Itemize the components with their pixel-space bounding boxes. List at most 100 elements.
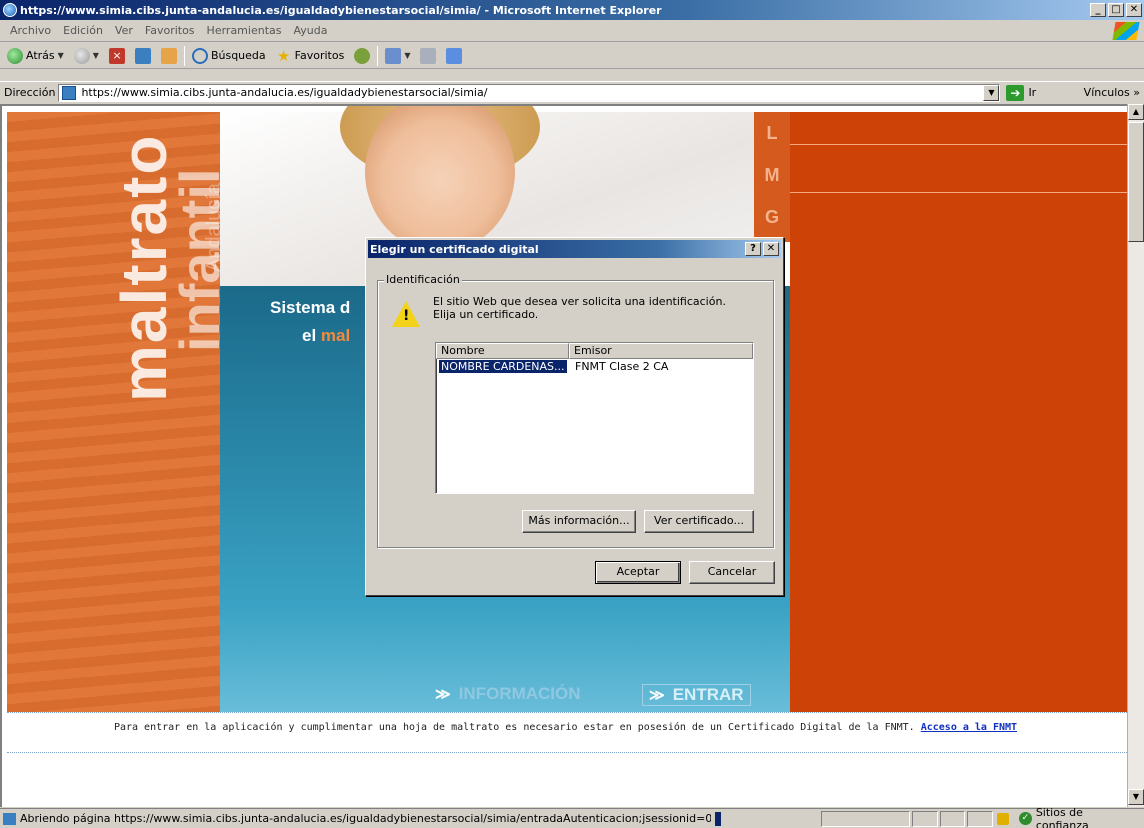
favorites-label: Favoritos [294, 49, 345, 62]
fnmt-link[interactable]: Acceso a la FNMT [921, 722, 1017, 733]
mail-icon [385, 47, 402, 64]
footer-divider-top [7, 712, 1127, 713]
menu-ayuda[interactable]: Ayuda [287, 24, 333, 37]
search-icon [191, 47, 208, 64]
favorites-button[interactable]: ★ Favoritos [273, 48, 348, 64]
certificate-list[interactable]: Nombre Emisor NOMBRE CARDENAS... FNMT Cl… [435, 342, 754, 494]
footer-divider-bottom [7, 752, 1127, 753]
edit-button[interactable] [443, 47, 465, 64]
band-divider [790, 144, 1127, 145]
status-panel [939, 810, 966, 827]
scroll-up-button[interactable]: ▲ [1128, 104, 1144, 120]
cancel-button[interactable]: Cancelar [689, 561, 775, 584]
links-label: Vínculos [1083, 86, 1130, 99]
forward-button[interactable]: ▼ [71, 47, 102, 64]
back-arrow-icon [7, 47, 23, 64]
certificate-name: NOMBRE CARDENAS... [438, 359, 568, 374]
headline-line-1: Sistema d [270, 298, 351, 317]
home-icon [160, 47, 177, 64]
status-text: Abriendo página https://www.simia.cibs.j… [0, 812, 711, 825]
address-bar: Dirección https://www.simia.cibs.junta-a… [0, 81, 1144, 103]
maximize-button[interactable]: □ [1108, 3, 1124, 17]
dialog-title: Elegir un certificado digital [370, 242, 539, 256]
print-icon [420, 47, 437, 64]
informacion-label: INFORMACIÓN [458, 684, 581, 703]
back-label: Atrás [26, 49, 55, 62]
dialog-title-bar[interactable]: Elegir un certificado digital ? ✕ [368, 240, 781, 258]
letter-g: G [764, 207, 779, 227]
double-chevron-icon: ≫ [435, 686, 451, 703]
ie-icon [3, 3, 17, 17]
stop-button[interactable]: × [106, 47, 128, 64]
menu-herramientas[interactable]: Herramientas [201, 24, 288, 37]
certificate-issuer: FNMT Clase 2 CA [575, 360, 669, 373]
window-title-bar[interactable]: https://www.simia.cibs.junta-andalucia.e… [0, 0, 1144, 20]
back-button[interactable]: Atrás ▼ [4, 47, 67, 64]
headline-line-2: el mal [302, 326, 350, 346]
menu-archivo[interactable]: Archivo [4, 24, 57, 37]
status-panel [821, 810, 911, 827]
security-zone-label: Sitios de confianza [1035, 805, 1089, 828]
view-certificate-button[interactable]: Ver certificado... [644, 510, 754, 533]
footer-text: Para entrar en la aplicación y cumplimen… [113, 722, 915, 733]
status-bar: Abriendo página https://www.simia.cibs.j… [0, 806, 1144, 828]
column-header-nombre[interactable]: Nombre [436, 343, 569, 359]
scroll-down-button[interactable]: ▼ [1128, 789, 1144, 805]
search-button[interactable]: Búsqueda [189, 47, 269, 64]
list-header: Nombre Emisor [436, 343, 753, 359]
message-line-1: El sitio Web que desea ver solicita una … [433, 295, 726, 308]
headline-line-2-b: mal [320, 326, 351, 345]
dialog-help-button[interactable]: ? [745, 242, 761, 256]
go-arrow-icon: ➔ [1006, 84, 1025, 101]
right-decorative-band [790, 112, 1127, 712]
go-button[interactable]: ➔ Ir [1006, 84, 1036, 101]
lock-icon[interactable] [997, 812, 1009, 825]
accept-button[interactable]: Aceptar [595, 561, 681, 584]
warning-icon: ! [392, 301, 420, 327]
window-title: https://www.simia.cibs.junta-andalucia.e… [20, 3, 662, 17]
media-button[interactable] [351, 47, 373, 64]
forward-arrow-icon [73, 47, 90, 64]
search-label: Búsqueda [210, 49, 266, 62]
column-header-emisor[interactable]: Emisor [569, 343, 753, 359]
chevron-down-icon[interactable]: ▼ [404, 51, 410, 60]
entrar-link[interactable]: ≫ ENTRAR [642, 684, 751, 706]
more-info-button[interactable]: Más información... [522, 510, 636, 533]
home-button[interactable] [158, 47, 180, 64]
dialog-message: El sitio Web que desea ver solicita una … [433, 295, 763, 321]
menu-ver[interactable]: Ver [109, 24, 139, 37]
message-line-2: Elija un certificado. [433, 308, 539, 321]
stop-icon: × [108, 47, 125, 64]
dialog-close-button[interactable]: ✕ [763, 242, 779, 256]
refresh-icon [134, 47, 151, 64]
star-icon: ★ [276, 46, 291, 65]
left-decorative-band: maltrato infantil Andalucía [7, 112, 231, 712]
mail-button[interactable]: ▼ [382, 47, 413, 64]
chevron-down-icon[interactable]: ▼ [93, 51, 99, 60]
letter-m: M [764, 165, 780, 185]
close-button[interactable]: ✕ [1126, 3, 1142, 17]
identification-group: Identificación ! El sitio Web que desea … [377, 273, 774, 548]
informacion-link[interactable]: ≫ INFORMACIÓN [435, 684, 581, 704]
toolbar-separator [183, 45, 185, 66]
certificate-dialog: Elegir un certificado digital ? ✕ Identi… [365, 237, 784, 596]
address-dropdown-button[interactable]: ▼ [983, 84, 1000, 101]
refresh-button[interactable] [132, 47, 154, 64]
entrar-label: ENTRAR [672, 685, 744, 704]
address-url: https://www.simia.cibs.junta-andalucia.e… [81, 86, 488, 99]
menu-favoritos[interactable]: Favoritos [139, 24, 201, 37]
security-zone[interactable]: ✓ Sitios de confianza [1013, 806, 1144, 828]
list-item[interactable]: NOMBRE CARDENAS... FNMT Clase 2 CA [436, 359, 753, 374]
band-divider [790, 192, 1127, 193]
menu-edicion[interactable]: Edición [57, 24, 109, 37]
address-input[interactable]: https://www.simia.cibs.junta-andalucia.e… [58, 83, 1001, 102]
scroll-thumb[interactable] [1128, 122, 1144, 242]
links-button[interactable]: Vínculos » [1084, 86, 1140, 99]
status-panel [967, 810, 994, 827]
chevron-down-icon[interactable]: ▼ [58, 51, 64, 60]
vertical-scrollbar[interactable]: ▲ ▼ [1127, 104, 1144, 807]
page-icon [62, 85, 77, 100]
minimize-button[interactable]: _ [1090, 3, 1106, 17]
toolbar-separator [377, 45, 379, 66]
print-button[interactable] [417, 47, 439, 64]
